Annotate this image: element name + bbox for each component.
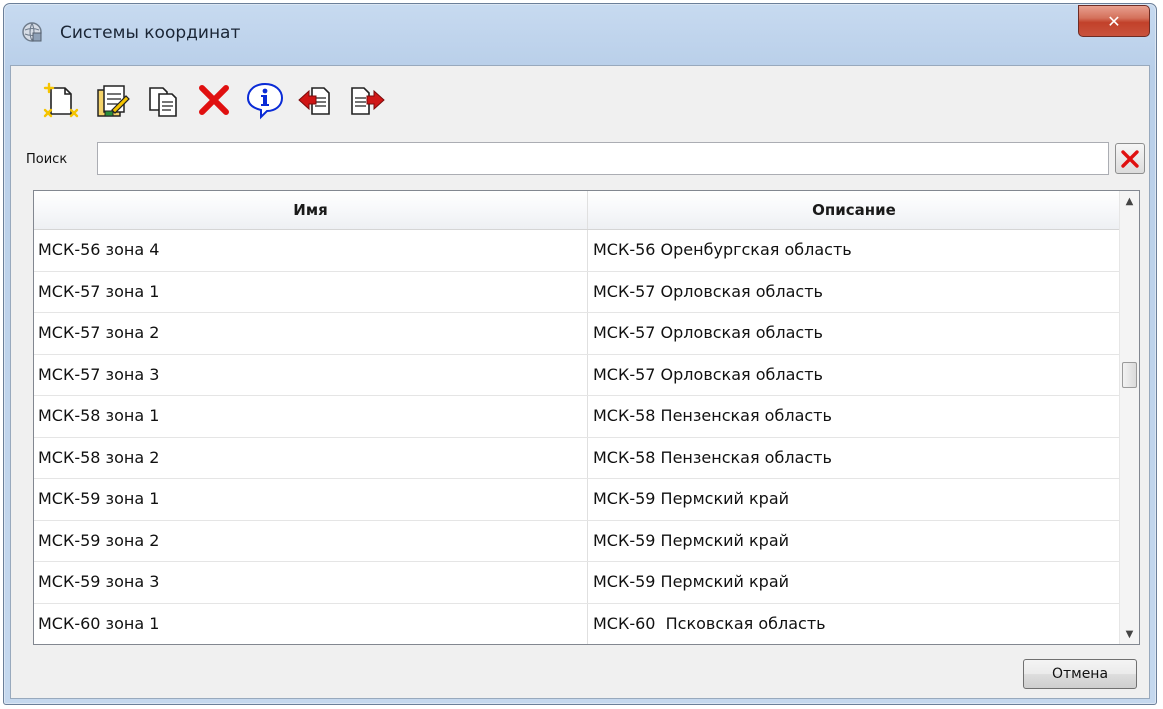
table-row[interactable]: МСК-59 зона 2 МСК-59 Пермский край xyxy=(34,521,1120,562)
cell-name: МСК-59 зона 2 xyxy=(38,530,160,550)
cell-name: МСК-58 зона 1 xyxy=(38,406,160,425)
cell-description: МСК-57 Орловская область xyxy=(593,281,823,301)
info-icon xyxy=(246,82,284,120)
table-body: МСК-56 зона 4 МСК-56 Оренбургская област… xyxy=(34,230,1120,645)
cancel-button[interactable]: Отмена xyxy=(1023,659,1137,689)
new-document-icon xyxy=(43,82,79,118)
cell-description: МСК-57 Орловская область xyxy=(593,323,823,342)
table-row[interactable]: МСК-59 зона 1 МСК-59 Пермский край xyxy=(34,479,1120,521)
cell-name: МСК-57 зона 1 xyxy=(38,281,160,301)
table-row[interactable]: МСК-57 зона 1 МСК-57 Орловская область xyxy=(34,272,1120,313)
delete-icon xyxy=(199,85,229,115)
coordinate-systems-dialog: Системы координат ✕ Поиск Имя Описание М… xyxy=(3,3,1157,705)
cell-name: МСК-56 зона 4 xyxy=(38,240,160,259)
arrow-down-icon: ▼ xyxy=(1125,628,1134,640)
info-button[interactable] xyxy=(243,78,287,122)
export-button[interactable] xyxy=(345,78,389,122)
table-row[interactable]: МСК-60 зона 1 МСК-60 Псковская область xyxy=(34,604,1120,645)
column-header-name[interactable]: Имя xyxy=(34,191,588,229)
vertical-scrollbar[interactable]: ▲ ▼ xyxy=(1119,191,1139,644)
edit-document-icon xyxy=(97,85,130,117)
close-icon xyxy=(1121,149,1139,168)
cell-name: МСК-58 зона 2 xyxy=(38,447,160,467)
scroll-down-button[interactable]: ▼ xyxy=(1120,624,1139,644)
arrow-up-icon: ▲ xyxy=(1125,195,1134,207)
copy-icon xyxy=(149,87,177,117)
column-header-description[interactable]: Описание xyxy=(588,191,1120,229)
import-icon xyxy=(298,87,330,115)
cell-name: МСК-59 зона 3 xyxy=(38,572,160,591)
table-row[interactable]: МСК-57 зона 2 МСК-57 Орловская область xyxy=(34,313,1120,355)
toolbar xyxy=(39,78,389,122)
copy-button[interactable] xyxy=(141,78,185,122)
cell-description: МСК-57 Орловская область xyxy=(593,364,823,384)
cell-name: МСК-59 зона 1 xyxy=(38,489,160,508)
cell-name: МСК-57 зона 3 xyxy=(38,364,160,384)
cell-name: МСК-57 зона 2 xyxy=(38,323,160,342)
edit-button[interactable] xyxy=(90,78,134,122)
export-icon xyxy=(351,87,385,115)
window-close-button[interactable]: ✕ xyxy=(1078,5,1150,37)
search-input[interactable] xyxy=(97,142,1109,175)
clear-search-button[interactable] xyxy=(1115,143,1145,174)
dialog-client-area: Поиск Имя Описание МСК-56 зона 4 МСК-56 … xyxy=(10,65,1150,699)
window-title: Системы координат xyxy=(60,23,241,43)
coordinate-systems-table: Имя Описание МСК-56 зона 4 МСК-56 Оренбу… xyxy=(33,190,1140,645)
import-button[interactable] xyxy=(294,78,338,122)
search-label: Поиск xyxy=(26,152,68,167)
table-row[interactable]: МСК-58 зона 1 МСК-58 Пензенская область xyxy=(34,396,1120,438)
cell-description: МСК-58 Пензенская область xyxy=(593,406,832,425)
app-icon xyxy=(21,21,43,43)
cell-description: МСК-59 Пермский край xyxy=(593,572,790,591)
table-header: Имя Описание xyxy=(34,191,1120,230)
new-button[interactable] xyxy=(39,78,83,122)
cell-description: МСК-60 Псковская область xyxy=(593,613,826,633)
table-row[interactable]: МСК-56 зона 4 МСК-56 Оренбургская област… xyxy=(34,230,1120,272)
delete-button[interactable] xyxy=(192,78,236,122)
cell-name: МСК-60 зона 1 xyxy=(38,613,160,633)
cell-description: МСК-58 Пензенская область xyxy=(593,447,832,467)
table-row[interactable]: МСК-59 зона 3 МСК-59 Пермский край xyxy=(34,562,1120,604)
close-icon: ✕ xyxy=(1107,11,1121,31)
cell-description: МСК-59 Пермский край xyxy=(593,489,790,508)
cell-description: МСК-59 Пермский край xyxy=(593,530,790,550)
scroll-up-button[interactable]: ▲ xyxy=(1120,191,1139,211)
title-bar[interactable]: Системы координат ✕ xyxy=(4,4,1156,60)
cell-description: МСК-56 Оренбургская область xyxy=(593,240,852,259)
table-row[interactable]: МСК-57 зона 3 МСК-57 Орловская область xyxy=(34,355,1120,396)
scroll-thumb[interactable] xyxy=(1122,362,1137,388)
table-row[interactable]: МСК-58 зона 2 МСК-58 Пензенская область xyxy=(34,438,1120,479)
